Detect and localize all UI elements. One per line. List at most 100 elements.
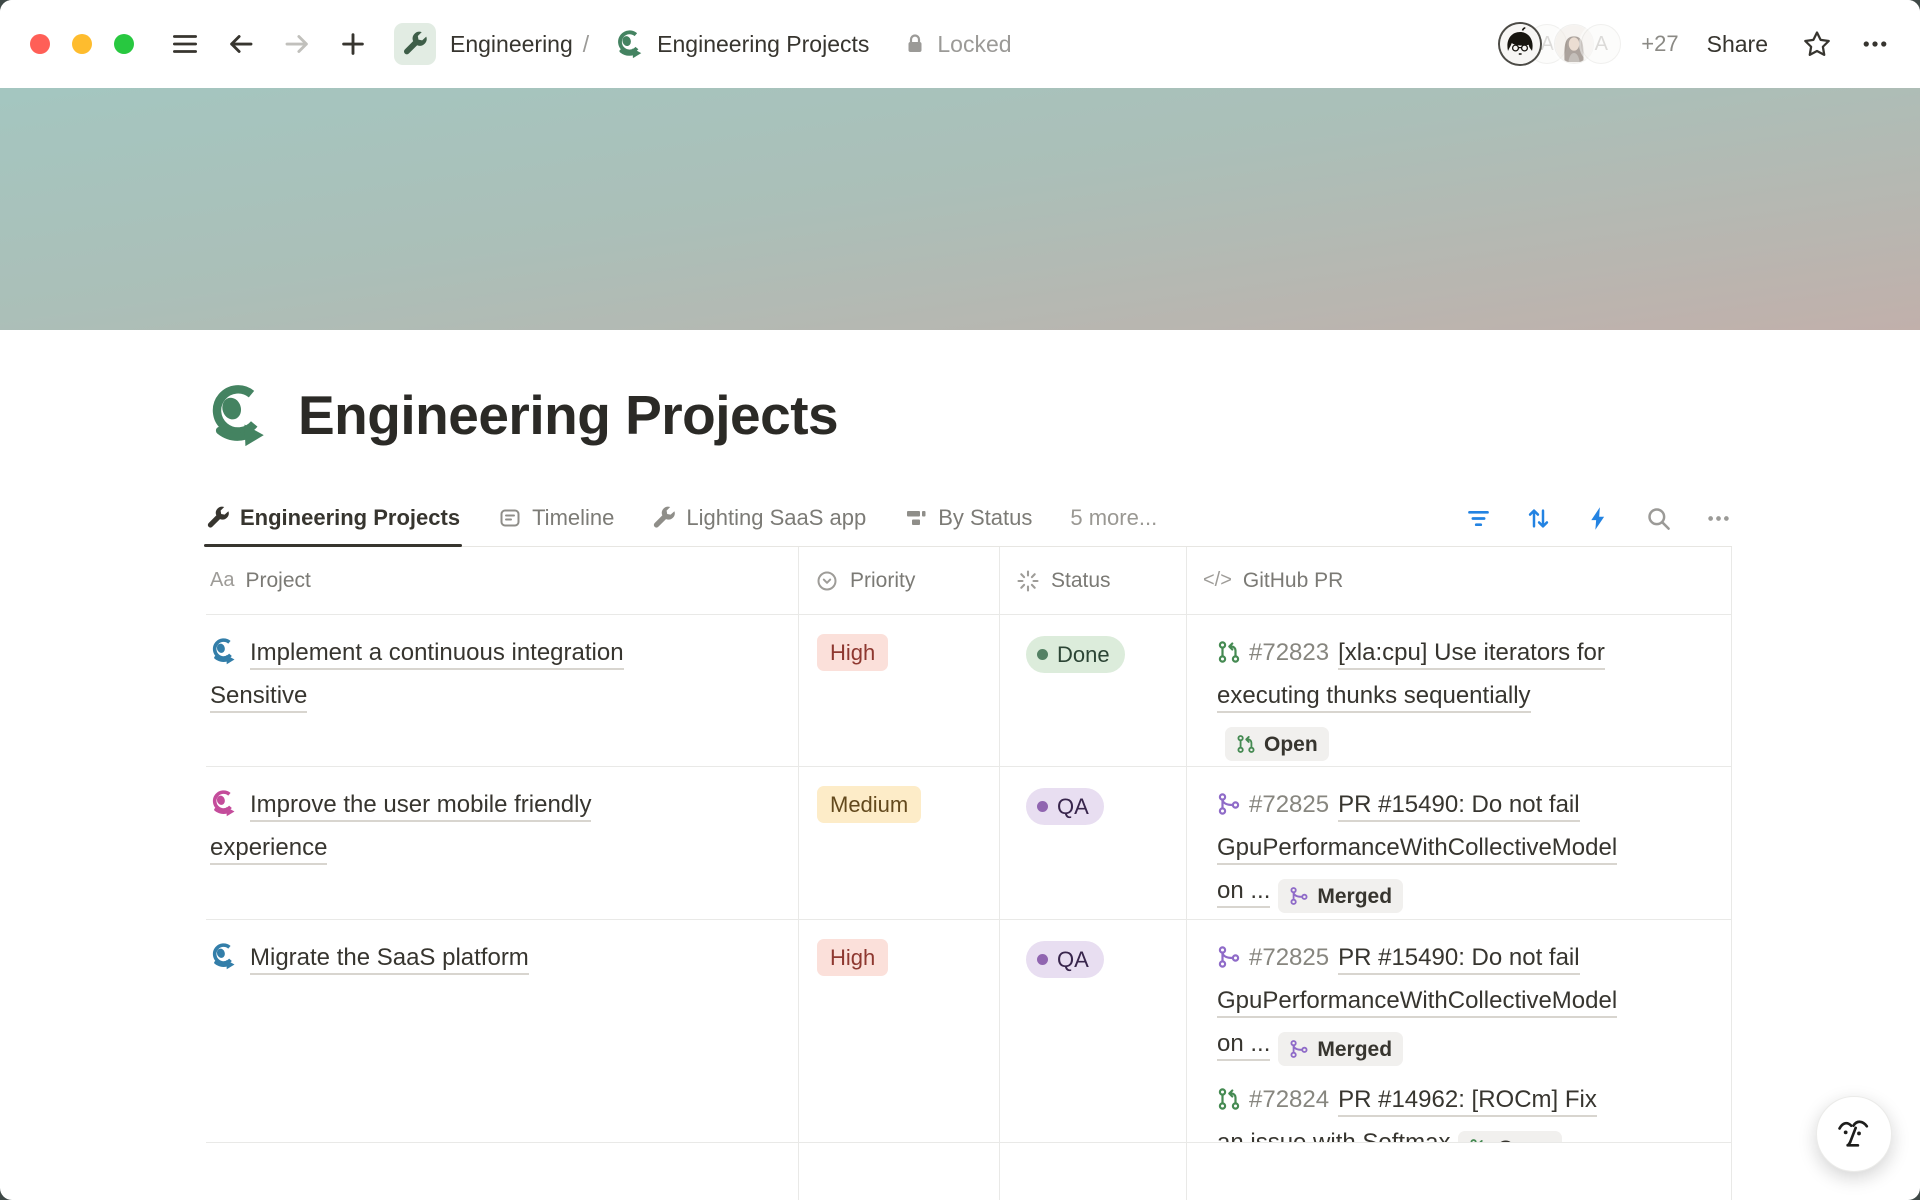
- pr-state-pill[interactable]: Open: [1225, 727, 1329, 761]
- page-cycle-icon: [615, 29, 645, 59]
- pr-merged-icon: [1289, 886, 1309, 906]
- pr-merged-icon: [1217, 792, 1241, 816]
- pr-title-line: PR #14962: [ROCm] Fix: [1338, 1086, 1597, 1117]
- column-header-status[interactable]: Status: [999, 547, 1186, 614]
- tab-timeline[interactable]: Timeline: [498, 490, 614, 546]
- priority-cell[interactable]: High: [798, 615, 999, 766]
- project-cell[interactable]: Migrate the SaaS platform: [206, 920, 798, 1142]
- project-title-line: Improve the user mobile friendly: [250, 791, 591, 822]
- column-label: Priority: [850, 569, 915, 593]
- member-avatar-stack[interactable]: A A: [1500, 24, 1621, 64]
- avatar-initial: A: [1541, 33, 1554, 56]
- page-title[interactable]: Engineering Projects: [298, 383, 838, 447]
- priority-tag[interactable]: Medium: [817, 786, 921, 823]
- project-title-link[interactable]: Implement a continuous integrationSensit…: [210, 639, 624, 709]
- tab-engineering-projects[interactable]: Engineering Projects: [206, 490, 460, 546]
- locked-indicator[interactable]: Locked: [903, 31, 1011, 58]
- text-property-icon: Aa: [210, 569, 234, 592]
- code-property-icon: </>: [1203, 569, 1232, 592]
- pr-state-pill[interactable]: Merged: [1278, 879, 1403, 913]
- more-views-button[interactable]: 5 more...: [1070, 490, 1157, 546]
- filter-icon[interactable]: [1465, 505, 1492, 532]
- ai-face-button[interactable]: [1816, 1096, 1892, 1172]
- column-header-github-pr[interactable]: </> GitHub PR: [1186, 547, 1732, 614]
- page-cover-image: [0, 88, 1920, 330]
- github-pr-cell[interactable]: #72825PR #15490: Do not failGpuPerforman…: [1186, 920, 1732, 1142]
- table-row-partial[interactable]: [206, 1143, 1732, 1200]
- project-title-line: Migrate the SaaS platform: [250, 944, 529, 975]
- search-icon[interactable]: [1645, 505, 1672, 532]
- status-pill[interactable]: QA: [1026, 788, 1104, 825]
- close-window-button[interactable]: [30, 34, 50, 54]
- favorite-star-icon[interactable]: [1802, 29, 1832, 59]
- column-header-project[interactable]: Aa Project: [206, 547, 798, 614]
- status-cell[interactable]: Done: [999, 615, 1186, 766]
- avatar-initial: A: [1595, 33, 1608, 56]
- minimize-window-button[interactable]: [72, 34, 92, 54]
- share-button[interactable]: Share: [1707, 31, 1768, 58]
- column-label: GitHub PR: [1243, 569, 1343, 593]
- status-pill[interactable]: QA: [1026, 941, 1104, 978]
- github-pr-entry: #72823[xla:cpu] Use iterators forexecuti…: [1217, 631, 1709, 761]
- back-button[interactable]: [226, 29, 256, 59]
- priority-cell[interactable]: [798, 1143, 999, 1200]
- sidebar-menu-icon[interactable]: [170, 29, 200, 59]
- project-cell[interactable]: [206, 1143, 798, 1200]
- locked-label: Locked: [937, 31, 1011, 58]
- status-pill[interactable]: Done: [1026, 636, 1125, 673]
- forward-button[interactable]: [282, 29, 312, 59]
- pr-state-pill[interactable]: Merged: [1278, 1032, 1403, 1066]
- workspace-wrench-icon[interactable]: [394, 23, 436, 65]
- project-cell[interactable]: Improve the user mobile friendly experien…: [206, 767, 798, 919]
- window-toolbar: Engineering / Engineering Projects Locke…: [0, 0, 1920, 88]
- tab-by-status[interactable]: By Status: [904, 490, 1032, 546]
- member-overflow-count[interactable]: +27: [1641, 31, 1678, 57]
- tab-label: Lighting SaaS app: [686, 505, 866, 531]
- new-page-button[interactable]: [338, 29, 368, 59]
- lock-icon: [903, 32, 927, 56]
- project-cycle-icon: [210, 637, 238, 665]
- avatar[interactable]: A: [1581, 24, 1621, 64]
- status-label: QA: [1057, 938, 1089, 981]
- github-pr-cell[interactable]: #72823[xla:cpu] Use iterators forexecuti…: [1186, 615, 1732, 766]
- priority-tag[interactable]: High: [817, 634, 888, 671]
- project-title-link[interactable]: Improve the user mobile friendlyexperien…: [210, 791, 591, 861]
- pr-state-label: Merged: [1317, 875, 1392, 918]
- priority-tag[interactable]: High: [817, 939, 888, 976]
- status-dot: [1037, 801, 1048, 812]
- project-title-line: experience: [210, 834, 327, 865]
- sort-icon[interactable]: [1525, 505, 1552, 532]
- pr-title-line: an issue with Softmax: [1217, 1129, 1450, 1142]
- page-cycle-icon-large[interactable]: [206, 382, 272, 448]
- pr-state-pill[interactable]: Open: [1458, 1131, 1562, 1142]
- project-title-link[interactable]: Migrate the SaaS platform: [210, 944, 529, 971]
- github-pr-cell[interactable]: [1186, 1143, 1732, 1200]
- status-property-icon: [1016, 569, 1040, 593]
- pr-title-line: GpuPerformanceWithCollectiveModel: [1217, 834, 1617, 865]
- tab-lighting-saas-app[interactable]: Lighting SaaS app: [652, 490, 866, 546]
- pr-merged-icon: [1217, 945, 1241, 969]
- github-pr-cell[interactable]: #72825PR #15490: Do not failGpuPerforman…: [1186, 767, 1732, 919]
- status-cell[interactable]: [999, 1143, 1186, 1200]
- pr-number: #72825: [1249, 791, 1329, 818]
- pr-state-label: Open: [1264, 723, 1318, 766]
- status-label: QA: [1057, 785, 1089, 828]
- project-cell[interactable]: Implement a continuous integrationSensit…: [206, 615, 798, 766]
- priority-cell[interactable]: Medium: [798, 767, 999, 919]
- breadcrumb-current-page[interactable]: Engineering Projects: [657, 31, 869, 58]
- toolbar-more-icon[interactable]: [1860, 29, 1890, 59]
- column-header-priority[interactable]: Priority: [798, 547, 999, 614]
- status-cell[interactable]: QA: [999, 767, 1186, 919]
- status-cell[interactable]: QA: [999, 920, 1186, 1142]
- breadcrumb-root[interactable]: Engineering: [450, 31, 573, 58]
- view-more-icon[interactable]: [1705, 505, 1732, 532]
- automation-lightning-icon[interactable]: [1585, 505, 1612, 532]
- pr-title-line: PR #15490: Do not fail: [1338, 944, 1580, 975]
- maximize-window-button[interactable]: [114, 34, 134, 54]
- priority-cell[interactable]: High: [798, 920, 999, 1142]
- github-pr-entry: #72824PR #14962: [ROCm] Fixan issue with…: [1217, 1078, 1709, 1142]
- pr-merged-icon: [1289, 1039, 1309, 1059]
- page-header: Engineering Projects: [206, 382, 1732, 448]
- status-label: Done: [1057, 633, 1110, 676]
- pr-title-line: executing thunks sequentially: [1217, 682, 1531, 713]
